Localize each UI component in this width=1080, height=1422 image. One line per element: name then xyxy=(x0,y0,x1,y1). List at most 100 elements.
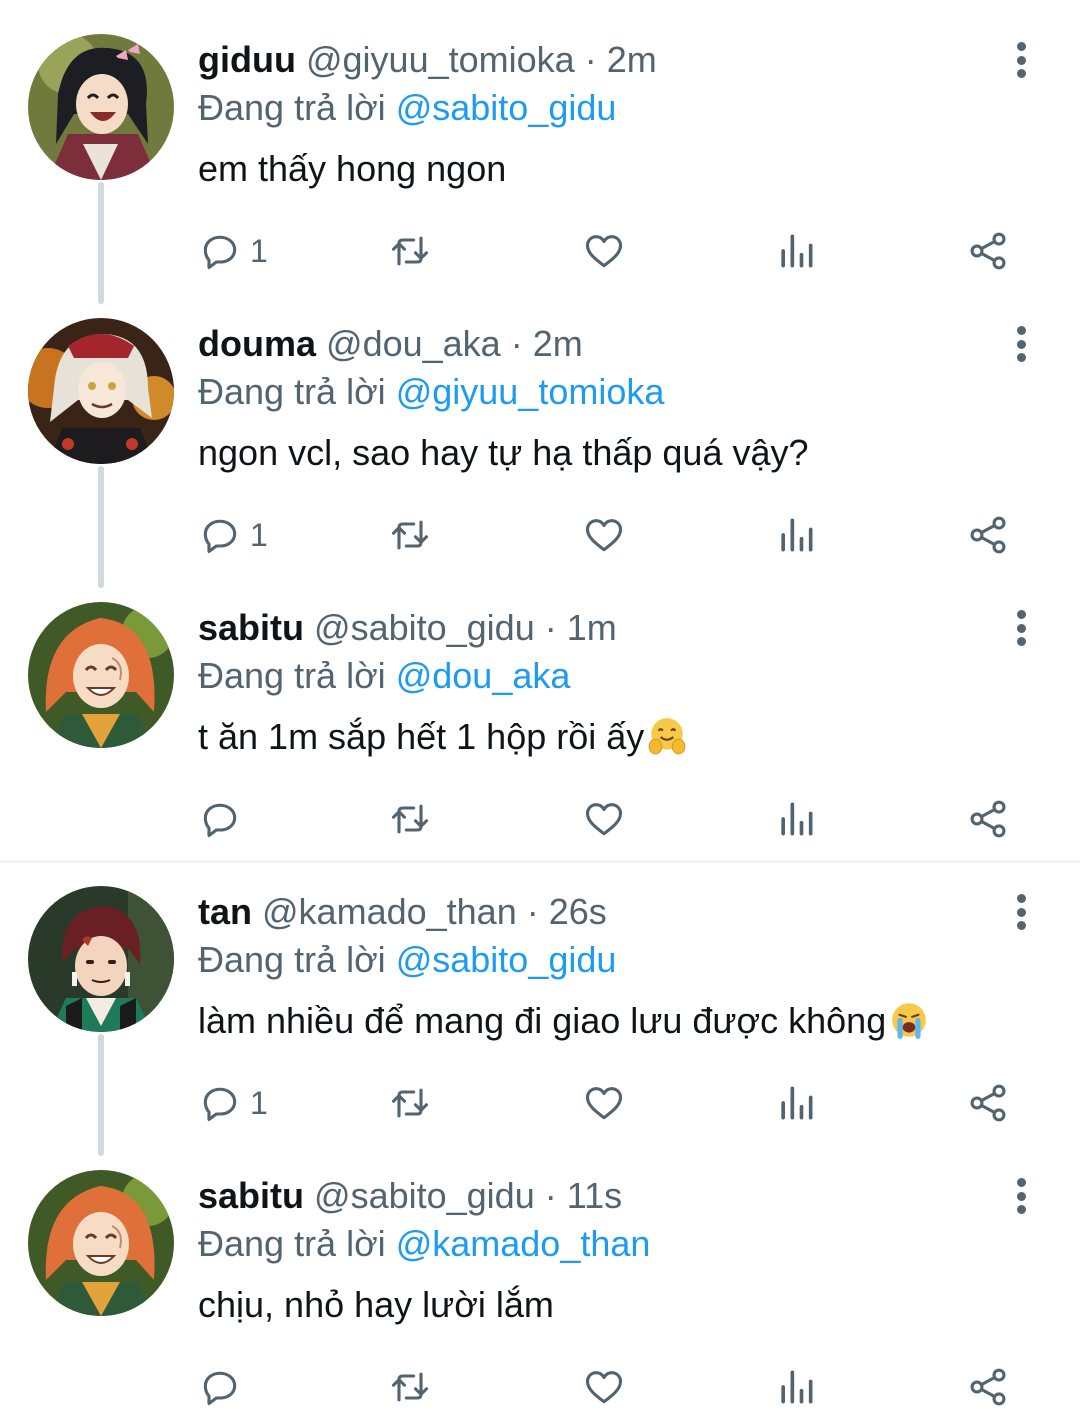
view-stats-button[interactable] xyxy=(774,794,818,844)
display-name[interactable]: sabitu xyxy=(198,607,304,648)
tweet-actions: 1 xyxy=(0,226,1080,276)
share-button[interactable] xyxy=(966,226,1010,276)
retweet-icon xyxy=(391,236,429,266)
display-name[interactable]: sabitu xyxy=(198,1175,304,1216)
like-button[interactable] xyxy=(582,1362,626,1412)
view-stats-button[interactable] xyxy=(774,510,818,560)
retweet-icon xyxy=(391,804,429,834)
retweet-icon xyxy=(391,1088,429,1118)
retweet-button[interactable] xyxy=(388,510,432,560)
tweet-actions: 1 xyxy=(0,510,1080,560)
retweet-button[interactable] xyxy=(388,226,432,276)
reply-button[interactable] xyxy=(198,1362,250,1412)
tweet[interactable]: sabitu @sabito_gidu · 11s Đang trả lời @… xyxy=(0,1116,1080,1420)
timestamp[interactable]: 26s xyxy=(549,891,607,932)
more-vertical-icon[interactable] xyxy=(1004,1174,1038,1218)
share-button[interactable] xyxy=(966,510,1010,560)
display-name[interactable]: douma xyxy=(198,323,316,364)
mention-link[interactable]: @sabito_gidu xyxy=(396,87,617,128)
replying-to: Đang trả lời @sabito_gidu xyxy=(198,938,616,982)
tweet-body: ngon vcl, sao hay tự hạ thấp quá vậy? xyxy=(198,432,809,473)
tweet[interactable]: douma @dou_aka · 2m Đang trả lời @giyuu_… xyxy=(0,264,1080,588)
avatar[interactable] xyxy=(28,34,174,180)
tweet-body: chịu, nhỏ hay lười lắm xyxy=(198,1284,554,1325)
share-icon xyxy=(970,800,1006,838)
avatar[interactable] xyxy=(28,1170,174,1316)
mention-link[interactable]: @sabito_gidu xyxy=(396,939,617,980)
reply-count: 1 xyxy=(250,516,268,553)
reply-button[interactable]: 1 xyxy=(198,510,268,560)
avatar[interactable] xyxy=(28,602,174,748)
separator-dot: · xyxy=(584,39,597,80)
tweet-header: tan @kamado_than · 26s xyxy=(198,890,607,934)
reply-thread: giduu @giyuu_tomioka · 2m Đang trả lời @… xyxy=(0,0,1080,1422)
user-handle[interactable]: @giyuu_tomioka xyxy=(306,39,575,80)
share-icon xyxy=(970,516,1006,554)
more-vertical-icon[interactable] xyxy=(1004,890,1038,934)
more-vertical-icon[interactable] xyxy=(1004,322,1038,366)
reply-button[interactable] xyxy=(198,794,250,844)
retweet-button[interactable] xyxy=(388,1078,432,1128)
mention-link[interactable]: @dou_aka xyxy=(396,655,571,696)
mention-link[interactable]: @giyuu_tomioka xyxy=(396,371,665,412)
separator-dot: · xyxy=(544,607,557,648)
tweet-header: sabitu @sabito_gidu · 11s xyxy=(198,1174,622,1218)
tweet-header: giduu @giyuu_tomioka · 2m xyxy=(198,38,657,82)
heart-icon xyxy=(585,519,623,552)
like-button[interactable] xyxy=(582,226,626,276)
avatar[interactable] xyxy=(28,318,174,464)
heart-icon xyxy=(585,803,623,836)
display-name[interactable]: giduu xyxy=(198,39,296,80)
avatar-giyuu-icon xyxy=(28,34,174,180)
retweet-icon xyxy=(391,520,429,550)
retweet-button[interactable] xyxy=(388,1362,432,1412)
like-button[interactable] xyxy=(582,1078,626,1128)
view-stats-button[interactable] xyxy=(774,1362,818,1412)
timestamp[interactable]: 1m xyxy=(567,607,617,648)
user-handle[interactable]: @kamado_than xyxy=(262,891,517,932)
tweet[interactable]: tan @kamado_than · 26s Đang trả lời @sab… xyxy=(0,852,1080,1156)
replying-to-label: Đang trả lời xyxy=(198,939,386,980)
tweet[interactable]: sabitu @sabito_gidu · 1m Đang trả lời @d… xyxy=(0,548,1080,852)
timestamp[interactable]: 2m xyxy=(533,323,583,364)
view-stats-button[interactable] xyxy=(774,1078,818,1128)
reply-icon xyxy=(203,803,237,838)
heart-icon xyxy=(585,1087,623,1120)
user-handle[interactable]: @dou_aka xyxy=(326,323,501,364)
more-vertical-icon[interactable] xyxy=(1004,606,1038,650)
retweet-button[interactable] xyxy=(388,794,432,844)
tweet-text: chịu, nhỏ hay lười lắm xyxy=(198,1282,554,1328)
share-button[interactable] xyxy=(966,1078,1010,1128)
timestamp[interactable]: 11s xyxy=(567,1175,622,1216)
user-handle[interactable]: @sabito_gidu xyxy=(314,607,535,648)
display-name[interactable]: tan xyxy=(198,891,252,932)
reply-button[interactable]: 1 xyxy=(198,1078,268,1128)
tweet-text: ngon vcl, sao hay tự hạ thấp quá vậy? xyxy=(198,430,809,476)
tweet[interactable]: giduu @giyuu_tomioka · 2m Đang trả lời @… xyxy=(0,0,1080,304)
hugging-face-icon xyxy=(648,718,686,755)
reply-count: 1 xyxy=(250,1084,268,1121)
user-handle[interactable]: @sabito_gidu xyxy=(314,1175,535,1216)
share-button[interactable] xyxy=(966,794,1010,844)
reply-icon xyxy=(203,519,237,554)
retweet-icon xyxy=(391,1372,429,1402)
reply-icon xyxy=(203,235,237,270)
avatar[interactable] xyxy=(28,886,174,1032)
like-button[interactable] xyxy=(582,510,626,560)
more-vertical-icon[interactable] xyxy=(1004,38,1038,82)
reply-button[interactable]: 1 xyxy=(198,226,268,276)
stats-icon xyxy=(781,234,813,268)
mention-link[interactable]: @kamado_than xyxy=(396,1223,651,1264)
thread-line xyxy=(98,264,104,304)
reply-icon xyxy=(203,1087,237,1122)
stats-icon xyxy=(781,1370,813,1404)
like-button[interactable] xyxy=(582,794,626,844)
share-button[interactable] xyxy=(966,1362,1010,1412)
timestamp[interactable]: 2m xyxy=(607,39,657,80)
reply-count: 1 xyxy=(250,232,268,269)
avatar-sabito-icon xyxy=(28,1170,174,1316)
heart-icon xyxy=(585,1371,623,1404)
thread-line xyxy=(98,1116,104,1156)
stats-icon xyxy=(781,802,813,836)
view-stats-button[interactable] xyxy=(774,226,818,276)
